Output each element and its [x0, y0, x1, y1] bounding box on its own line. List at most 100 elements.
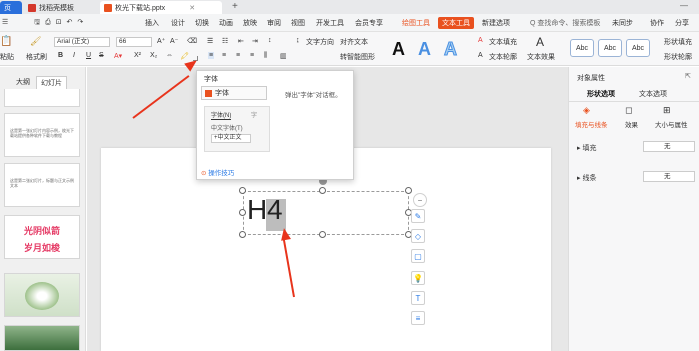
bold-button[interactable]: B: [58, 52, 63, 59]
shape-fill-button[interactable]: 形状填充: [664, 37, 692, 47]
shape-style-3[interactable]: Abc: [626, 39, 650, 57]
popup-font-item[interactable]: 字体: [201, 86, 267, 100]
subtab-fill-line[interactable]: 填充与线条: [575, 119, 608, 129]
search-command[interactable]: Q 查找命令、搜索模板: [530, 18, 600, 28]
subtab-effect[interactable]: 效果: [625, 119, 638, 129]
shape-style-2[interactable]: Abc: [598, 39, 622, 57]
print-icon[interactable]: ⎙: [45, 19, 51, 26]
tab-text-options[interactable]: 文本选项: [639, 89, 667, 99]
font-size-select[interactable]: 66: [116, 37, 152, 47]
subscript-icon[interactable]: X₂: [150, 52, 157, 59]
align-left-icon[interactable]: ≡: [208, 52, 215, 59]
add-tab-button[interactable]: +: [232, 1, 238, 12]
menu-draw-tool[interactable]: 绘图工具: [402, 18, 430, 28]
text-style-blue[interactable]: A: [418, 39, 431, 60]
line-select[interactable]: 无: [643, 171, 695, 182]
shrink-font-icon[interactable]: A⁻: [170, 37, 178, 45]
edit-shape-icon[interactable]: ✎: [411, 209, 425, 223]
text-direction-label[interactable]: 文字方向: [306, 37, 334, 47]
resize-handle-tl[interactable]: [239, 187, 246, 194]
paste-label[interactable]: 粘贴: [0, 52, 14, 62]
resize-handle-bc[interactable]: [319, 231, 326, 238]
font-name-select[interactable]: Arial (正文): [54, 37, 110, 47]
text-fill-button[interactable]: 文本填充: [489, 37, 517, 47]
menu-text-tool[interactable]: 文本工具: [438, 17, 474, 29]
resize-handle-bl[interactable]: [239, 231, 246, 238]
collab-button[interactable]: 协作: [650, 18, 664, 28]
menu-view[interactable]: 视图: [291, 18, 305, 28]
size-icon[interactable]: ⊞: [663, 105, 671, 116]
collapse-tools-icon[interactable]: −: [413, 193, 427, 207]
menu-design[interactable]: 设计: [171, 18, 185, 28]
text-effect-icon[interactable]: A: [536, 35, 544, 49]
format-brush-icon[interactable]: 🖌: [30, 36, 41, 47]
text-fill-icon[interactable]: A: [478, 37, 483, 44]
bullet-list-icon[interactable]: ☰: [207, 37, 213, 45]
underline-button[interactable]: U: [86, 52, 91, 59]
menu-insert[interactable]: 插入: [145, 18, 159, 28]
increase-indent-icon[interactable]: ⇥: [252, 37, 258, 45]
resize-handle-ml[interactable]: [239, 209, 246, 216]
highlight-icon[interactable]: 🖍: [180, 52, 189, 60]
template-tab[interactable]: 找稻壳模板: [24, 1, 98, 14]
align-right-icon[interactable]: ≡: [236, 52, 240, 59]
text-outline-button[interactable]: 文本轮廓: [489, 52, 517, 62]
sync-status[interactable]: 未同步: [612, 18, 633, 28]
align-text-button[interactable]: 对齐文本: [340, 37, 368, 47]
slide-thumbnail-2[interactable]: 这是第一张幻灯片内容示例，枚光下载站提供各种软件下载与教程: [4, 113, 80, 157]
italic-button[interactable]: I: [73, 52, 75, 59]
superscript-icon[interactable]: X²: [134, 52, 141, 59]
distribute-icon[interactable]: ⫼: [264, 52, 267, 60]
slide-thumbnail-4[interactable]: 光阴似箭 岁月如梭: [4, 215, 80, 259]
fill-icon[interactable]: ◇: [411, 229, 425, 243]
slide-thumbnail-1[interactable]: [4, 89, 80, 107]
outline-icon[interactable]: ▢: [411, 249, 425, 263]
clear-format-icon[interactable]: ⌫: [187, 37, 197, 45]
fill-line-icon[interactable]: ◈: [583, 105, 590, 116]
menu-devtools[interactable]: 开发工具: [316, 18, 344, 28]
fill-select[interactable]: 无: [643, 141, 695, 152]
redo-icon[interactable]: ↷: [77, 19, 83, 26]
resize-handle-tr[interactable]: [405, 187, 412, 194]
shape-outline-button[interactable]: 形状轮廓: [664, 52, 692, 62]
text-char-4[interactable]: 4: [267, 195, 283, 225]
format-brush-label[interactable]: 格式刷: [26, 52, 47, 62]
fill-section[interactable]: ▸ 填充: [577, 143, 596, 153]
justify-icon[interactable]: ≡: [250, 52, 254, 59]
undo-icon[interactable]: ↶: [67, 19, 73, 26]
save-icon[interactable]: 🖫: [34, 19, 40, 26]
text-char-h[interactable]: H: [247, 195, 267, 225]
menu-transition[interactable]: 切换: [195, 18, 209, 28]
tab-shape-options[interactable]: 形状选项: [587, 89, 615, 99]
text-effect-button[interactable]: 文本效果: [527, 52, 555, 62]
text-settings-icon[interactable]: ≡: [411, 311, 425, 325]
smartart-button[interactable]: 转智能图形: [340, 52, 375, 62]
panel-pin-icon[interactable]: ⇱: [685, 72, 691, 80]
char-spacing-icon[interactable]: ⇔: [166, 52, 173, 59]
font-color-icon[interactable]: A▾: [114, 52, 122, 60]
subtab-size[interactable]: 大小与属性: [655, 119, 688, 129]
strike-button[interactable]: S: [99, 52, 104, 59]
columns-icon[interactable]: ▥: [280, 52, 287, 60]
shape-style-1[interactable]: Abc: [570, 39, 594, 57]
paste-icon[interactable]: 📋: [0, 36, 12, 47]
menu-vip[interactable]: 会员专享: [355, 18, 383, 28]
popup-help-link[interactable]: ⊙ 操作技巧: [201, 167, 234, 177]
document-tab[interactable]: 枚光下载站.pptx ✕: [100, 1, 222, 14]
resize-handle-tc[interactable]: [319, 187, 326, 194]
tab-slides[interactable]: 幻灯片: [36, 76, 67, 90]
minimize-icon[interactable]: —: [680, 1, 688, 10]
menu-slideshow[interactable]: 放映: [243, 18, 257, 28]
menu-animation[interactable]: 动画: [219, 18, 233, 28]
close-tab-icon[interactable]: ✕: [189, 4, 195, 12]
line-section[interactable]: ▸ 线条: [577, 173, 596, 183]
text-style-black[interactable]: A: [392, 39, 405, 60]
slide-thumbnail-6[interactable]: [4, 325, 80, 351]
home-tab[interactable]: 页: [0, 1, 22, 14]
idea-icon[interactable]: 💡: [411, 271, 425, 285]
text-outline-icon[interactable]: A: [478, 52, 483, 59]
line-spacing-icon[interactable]: ↕: [268, 37, 272, 44]
grow-font-icon[interactable]: A⁺: [157, 37, 165, 45]
tab-outline[interactable]: 大纲: [12, 76, 34, 88]
align-center-icon[interactable]: ≡: [222, 52, 226, 59]
